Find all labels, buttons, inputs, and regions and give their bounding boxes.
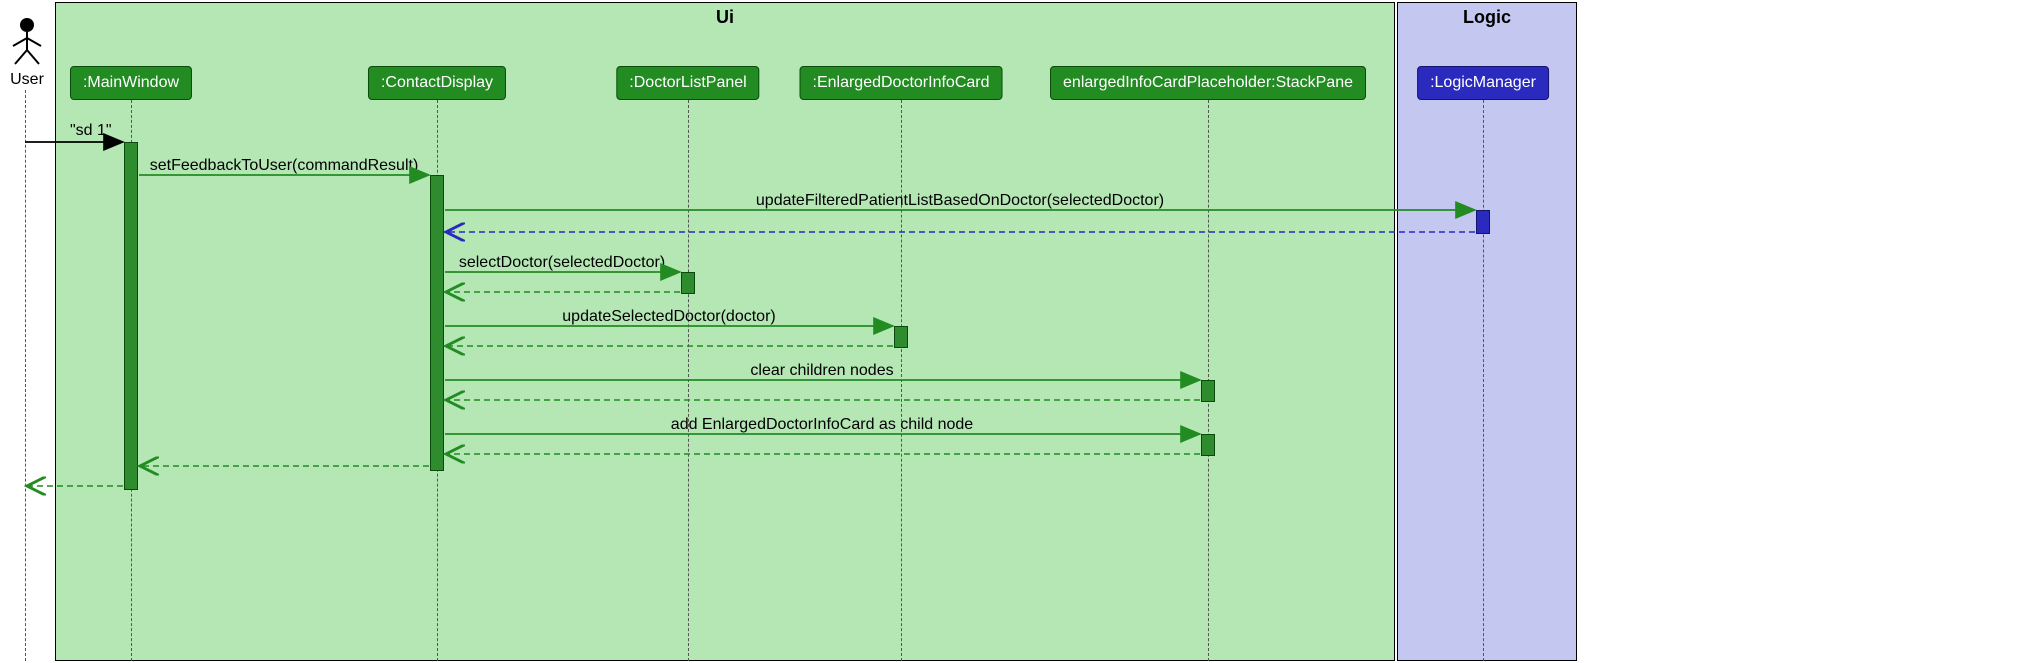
lifeline-line-user (25, 90, 26, 661)
lifeline-enlarged-card: :EnlargedDoctorInfoCard (800, 66, 1003, 100)
lifeline-contact-display: :ContactDisplay (368, 66, 506, 100)
lifeline-placeholder: enlargedInfoCardPlaceholder:StackPane (1050, 66, 1366, 100)
lifeline-line-doctor-list-panel (688, 100, 689, 661)
msg-updateselected: updateSelectedDoctor(doctor) (562, 308, 775, 326)
lifeline-logic-manager: :LogicManager (1417, 66, 1549, 100)
lifeline-line-enlarged-card (901, 100, 902, 661)
msg-setfeedback: setFeedbackToUser(commandResult) (150, 157, 419, 175)
msg-selectdoctor: selectDoctor(selectedDoctor) (459, 254, 665, 272)
activation-logic-manager (1476, 210, 1490, 234)
msg-addchild: add EnlargedDoctorInfoCard as child node (671, 416, 973, 434)
logic-frame: Logic (1397, 2, 1577, 661)
activation-doctor-list-panel (681, 272, 695, 294)
actor-label: User (4, 71, 50, 89)
activation-placeholder-2 (1201, 434, 1215, 456)
activation-placeholder-1 (1201, 380, 1215, 402)
activation-contact-display (430, 175, 444, 471)
msg-sd1: "sd 1" (70, 122, 112, 140)
activation-enlarged-card (894, 326, 908, 348)
ui-frame-label: Ui (708, 3, 742, 32)
lifeline-main-window: :MainWindow (70, 66, 192, 100)
lifeline-doctor-list-panel: :DoctorListPanel (616, 66, 759, 100)
logic-frame-label: Logic (1455, 3, 1519, 32)
msg-updatefiltered: updateFilteredPatientListBasedOnDoctor(s… (756, 192, 1164, 210)
actor-user: User (4, 16, 50, 89)
ui-frame: Ui (55, 2, 1395, 661)
stick-figure-icon (9, 16, 45, 66)
msg-clearchildren: clear children nodes (750, 362, 893, 380)
activation-main-window (124, 142, 138, 490)
lifeline-line-logic-manager (1483, 100, 1484, 661)
